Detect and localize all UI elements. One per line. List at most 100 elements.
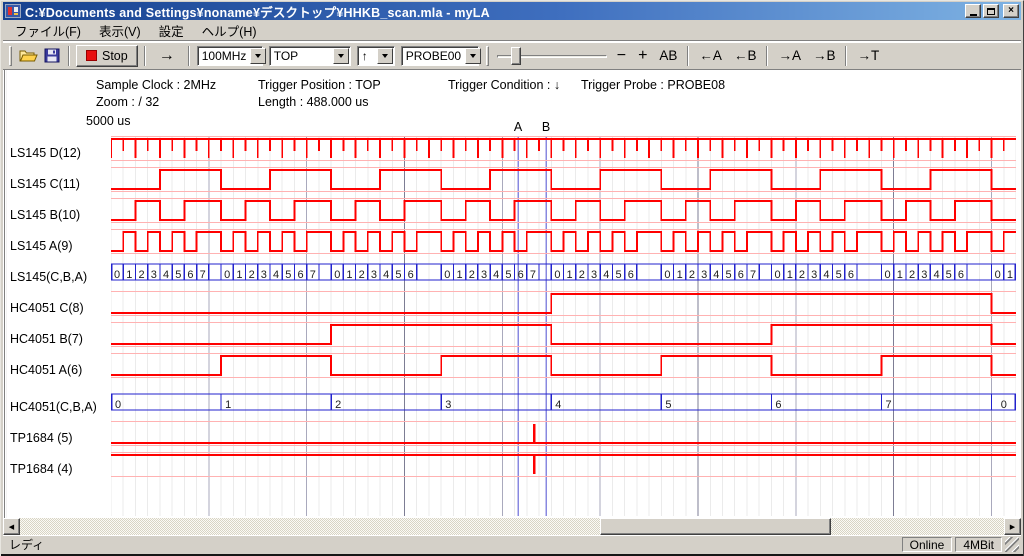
svg-text:1: 1 bbox=[456, 269, 462, 281]
statusbar: レディ Online 4MBit bbox=[3, 535, 1021, 554]
svg-text:0: 0 bbox=[664, 269, 670, 281]
status-memory-badge: 4MBit bbox=[955, 537, 1002, 552]
close-icon: × bbox=[1008, 6, 1014, 16]
status-message: レディ bbox=[9, 536, 899, 553]
save-file-button[interactable] bbox=[40, 45, 64, 67]
menu-settings[interactable]: 設定 bbox=[151, 19, 192, 42]
svg-text:7: 7 bbox=[310, 269, 316, 281]
svg-text:5: 5 bbox=[175, 269, 181, 281]
svg-text:6: 6 bbox=[408, 269, 414, 281]
svg-text:0: 0 bbox=[444, 269, 450, 281]
channel-label: LS145(C,B,A) bbox=[10, 269, 110, 285]
trigger-edge-value: ↑ bbox=[358, 49, 377, 63]
marker-a-label[interactable]: A bbox=[511, 120, 525, 134]
chevron-down-icon bbox=[382, 54, 388, 58]
goto-marker-a-right-button[interactable]: →A bbox=[772, 45, 807, 67]
svg-text:5: 5 bbox=[285, 269, 291, 281]
svg-text:6: 6 bbox=[297, 269, 303, 281]
chevron-down-icon bbox=[338, 54, 344, 58]
svg-text:2: 2 bbox=[139, 269, 145, 281]
resize-grip[interactable] bbox=[1005, 537, 1019, 552]
svg-text:2: 2 bbox=[909, 269, 915, 281]
scroll-left-button[interactable]: ◀ bbox=[3, 518, 20, 535]
maximize-icon bbox=[987, 8, 995, 15]
chevron-down-icon bbox=[255, 54, 261, 58]
menu-file[interactable]: ファイル(F) bbox=[7, 19, 89, 42]
slider-handle[interactable] bbox=[511, 47, 521, 65]
stop-label: Stop bbox=[102, 49, 128, 63]
svg-text:4: 4 bbox=[493, 269, 499, 281]
svg-text:1: 1 bbox=[346, 269, 352, 281]
sample-clock-select[interactable]: 100MHz bbox=[197, 46, 263, 66]
scrollbar-thumb[interactable] bbox=[600, 518, 831, 535]
toolbar-separator bbox=[188, 46, 190, 66]
horizontal-scrollbar[interactable]: ◀ ▶ bbox=[3, 518, 1021, 535]
scroll-right-button[interactable]: ▶ bbox=[1004, 518, 1021, 535]
svg-text:7: 7 bbox=[885, 399, 891, 411]
channel-label: LS145 A(9) bbox=[10, 238, 110, 254]
toolbar-separator bbox=[144, 46, 146, 66]
titlebar[interactable]: C:¥Documents and Settings¥noname¥デスクトップ¥… bbox=[3, 2, 1021, 20]
trigger-position-select[interactable]: TOP bbox=[269, 46, 351, 66]
dropdown-button[interactable] bbox=[250, 48, 266, 64]
svg-text:4: 4 bbox=[933, 269, 939, 281]
goto-marker-b-left-button[interactable]: ←B bbox=[728, 45, 763, 67]
svg-text:5: 5 bbox=[836, 269, 842, 281]
svg-text:5: 5 bbox=[615, 269, 621, 281]
menu-view[interactable]: 表示(V) bbox=[91, 19, 149, 42]
waveform-plot[interactable]: 0123456701234567012345601234567012345601… bbox=[111, 136, 1016, 516]
toolbar-gripper[interactable] bbox=[486, 46, 489, 66]
app-icon bbox=[5, 4, 21, 18]
toolbar-gripper[interactable] bbox=[9, 46, 12, 66]
stop-button[interactable]: Stop bbox=[76, 45, 138, 67]
chevron-down-icon bbox=[470, 54, 476, 58]
close-button[interactable]: × bbox=[1003, 4, 1019, 18]
svg-text:5: 5 bbox=[726, 269, 732, 281]
goto-trigger-button[interactable]: →T bbox=[851, 45, 885, 67]
open-file-button[interactable] bbox=[16, 45, 40, 67]
svg-text:6: 6 bbox=[518, 269, 524, 281]
zoom-in-button[interactable]: + bbox=[632, 45, 653, 67]
trigger-edge-select[interactable]: ↑ bbox=[357, 46, 395, 66]
svg-text:2: 2 bbox=[689, 269, 695, 281]
zoom-ab-button[interactable]: AB bbox=[653, 45, 683, 67]
svg-text:2: 2 bbox=[335, 399, 341, 411]
marker-b-label[interactable]: B bbox=[539, 120, 553, 134]
folder-open-icon bbox=[19, 48, 38, 63]
channel-label: LS145 C(11) bbox=[10, 176, 110, 192]
right-arrow-icon: ▶ bbox=[1010, 523, 1015, 531]
dropdown-button[interactable] bbox=[465, 48, 481, 64]
goto-marker-a-left-button[interactable]: ←A bbox=[693, 45, 728, 67]
svg-text:2: 2 bbox=[359, 269, 365, 281]
maximize-button[interactable] bbox=[983, 4, 999, 18]
svg-text:2: 2 bbox=[579, 269, 585, 281]
svg-text:3: 3 bbox=[261, 269, 267, 281]
svg-text:1: 1 bbox=[225, 399, 231, 411]
svg-text:2: 2 bbox=[799, 269, 805, 281]
trigger-probe-info: Trigger Probe : PROBE08 bbox=[581, 78, 725, 92]
zoom-slider[interactable] bbox=[497, 45, 607, 67]
svg-text:0: 0 bbox=[774, 269, 780, 281]
channel-label: TP1684 (4) bbox=[10, 461, 110, 477]
trigger-probe-select[interactable]: PROBE00 bbox=[401, 46, 479, 66]
zoom-info: Zoom : / 32 bbox=[96, 95, 159, 109]
dropdown-button[interactable] bbox=[377, 48, 393, 64]
svg-text:5: 5 bbox=[946, 269, 952, 281]
svg-text:1: 1 bbox=[677, 269, 683, 281]
scrollbar-track[interactable] bbox=[20, 518, 1004, 535]
svg-text:0: 0 bbox=[885, 269, 891, 281]
trigger-position-info: Trigger Position : TOP bbox=[258, 78, 381, 92]
zoom-out-button[interactable]: − bbox=[611, 45, 632, 67]
menu-help[interactable]: ヘルプ(H) bbox=[194, 19, 265, 42]
sample-clock-info: Sample Clock : 2MHz bbox=[96, 78, 216, 92]
svg-text:0: 0 bbox=[995, 269, 1001, 281]
time-origin-label: 5000 us bbox=[86, 114, 130, 128]
svg-text:6: 6 bbox=[738, 269, 744, 281]
run-button[interactable]: → bbox=[150, 45, 184, 67]
svg-text:3: 3 bbox=[481, 269, 487, 281]
dropdown-button[interactable] bbox=[333, 48, 349, 64]
floppy-icon bbox=[44, 48, 60, 63]
minimize-button[interactable] bbox=[965, 4, 981, 18]
goto-marker-b-right-button[interactable]: →B bbox=[807, 45, 842, 67]
toolbar-separator bbox=[845, 46, 847, 66]
